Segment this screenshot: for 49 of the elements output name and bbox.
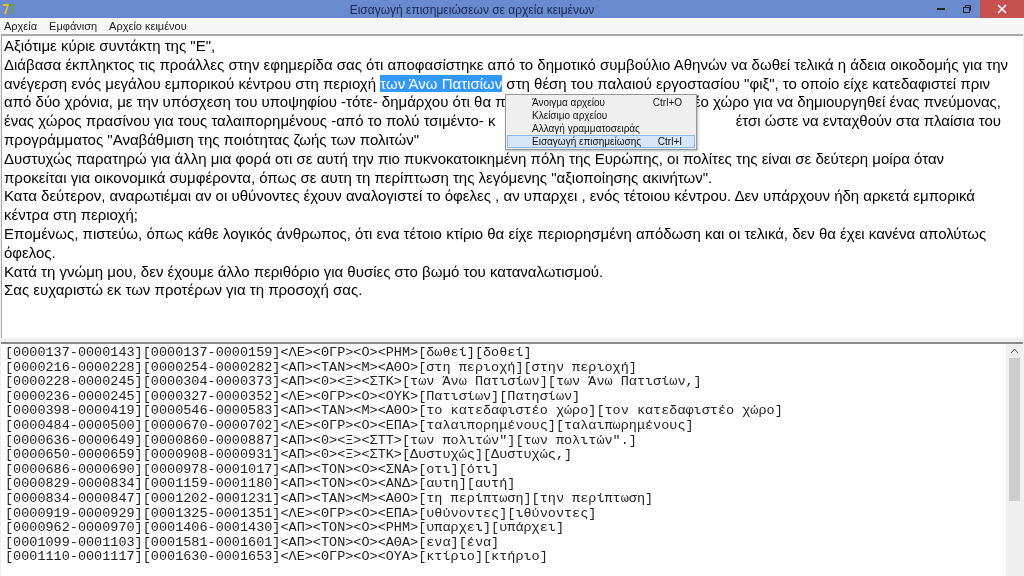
text-run: Επομένως, πιστεύω, όπως κάθε λογικός άνθρωπος, ότι ενα τέτοιο κτίριο θα είχε περιορησμένη απόδωση και οι τελικά, δεν θα έχει κανένα απολύτως xyxy=(4,224,987,242)
annotation-row[interactable]: [0000962-0000970][0001406-0001430]<ΑΠ><ΤΟΝ><Ο><ΡΗΜ>[υπαρχει][υπάρχει] xyxy=(5,521,1006,536)
annotation-row[interactable]: [0000636-0000649][0000860-0000887]<ΑΠ><0><Ξ><ΣΤΤ>[των πολιτών"][των πολιτών".] xyxy=(5,433,1006,449)
close-button[interactable] xyxy=(980,0,1024,18)
annotation-row[interactable]: [0000216-0000228][0000254-0000282]<ΑΠ><ΤΑΝ><Μ><ΑΘΟ>[στη περιοχή][στην περιοχή] xyxy=(5,360,1006,376)
text-run: προγράμματος "Αναβάθμιση της ποιότητας ζωής των πολιτών" xyxy=(4,131,420,148)
text-run: όφελος. xyxy=(4,243,56,261)
context-menu-item[interactable]: Κλείσιμο αρχείου xyxy=(507,108,695,122)
selected-text: των Άνω Πατισίων xyxy=(380,74,503,92)
text-run: Κατά τη γνώμη μου, δεν έχουμε άλλο περιθόριο για θυσίες στο βωμό του καταναλωτισμού. xyxy=(4,262,604,280)
menu-item[interactable]: Αρχεία xyxy=(4,17,38,35)
text-run: κέντρα στη περιοχή; xyxy=(4,206,138,224)
annotation-row[interactable]: [0000834-0000847][0001202-0001231]<ΑΠ><ΤΑΝ><Μ><ΑΘΟ>[τη περίπτωση][την περίπτωση] xyxy=(5,491,1006,507)
text-editor[interactable] xyxy=(1,34,1023,338)
text-run: προκείται για οικονομικά συμφέροντα, όπως σε αυτη τη περίπτωση της λεγόμενης "αξιοποίησης ακινήτων". xyxy=(4,168,713,186)
scrollbar[interactable] xyxy=(1006,344,1023,576)
annotation-row[interactable]: [0000829-0000834][0001159-0001180]<ΑΠ><ΤΟΝ><Ο><ΑΝΔ>[αυτη][αυτή] xyxy=(5,477,1006,492)
menu-item[interactable]: Εμφάνιση xyxy=(49,17,98,35)
annotation-row[interactable]: [0000398-0000419][0000546-0000583]<ΑΠ><ΤΑΝ><Μ><ΑΘΟ>[το κατεδαφιστέο χώρο][τον κατεδαφιστέο χώρο] xyxy=(5,404,1006,419)
text-run: στη θέση του παλαιού εργοστασίου "φιξ", το οποίο είχε κατεδαφιστεί πριν xyxy=(505,74,991,92)
annotation-row[interactable]: [0001110-0001117][0001630-0001653]<ΛΕ><ΘΓΡ><Ο><ΟΥΑ>[κτίριο][κτήριο] xyxy=(5,550,1006,565)
scroll-thumb[interactable] xyxy=(1009,358,1020,501)
minimize-icon xyxy=(937,8,945,10)
window-title: Εισαγωγή επισημειώσεων σε αρχεία κειμένων xyxy=(349,3,595,17)
text-run: ανέγερση ενός μεγάλου εμπορικού κέντρου στη περιοχή xyxy=(4,74,378,92)
text-run: έτσι ώστε να ενταχθούν στα πλαίσια του xyxy=(735,112,1001,130)
close-icon xyxy=(997,4,1007,14)
text-run: Σας ευχαριστώ εκ των προτέρων για τη προσοχή σας. xyxy=(4,281,363,299)
annotation-row[interactable]: [0000137-0000143][0000137-0000159]<ΛΕ><ΘΓΡ><Ο><ΡΗΜ>[δωθεί][δοθεί] xyxy=(5,346,1006,361)
annotation-row[interactable]: [0000650-0000659][0000908-0000931]<ΑΠ><0><Ξ><ΣΤΚ>[Δυστυχώς][Δυστυχώς,] xyxy=(5,448,1006,463)
text-run: Διάβασα έκπληκτος τις προάλλες στην εφημερίδα σας ότι αποφασίστηκε από το δημοτικό συμβούλιο Αθηνών να δωθεί τελικά η άδεια οικοδομής για την xyxy=(4,55,1009,73)
text-run: από δύο χρόνια, με την υπόσχεση του υποψηφίου -τότε- δημάρχου ότι θα π xyxy=(4,93,506,111)
restore-icon xyxy=(962,4,972,14)
annotation-row[interactable]: [0000686-0000690][0000978-0001017]<ΑΠ><ΤΟΝ><Ο><ΣΝΑ>[οτι][ότι] xyxy=(5,462,1006,478)
context-menu-item[interactable]: Αλλαγή γραμματοσειράς xyxy=(507,121,695,135)
annotation-row[interactable]: [0000919-0000929][0001325-0001351]<ΛΕ><ΘΓΡ><Ο><ΕΠΑ>[υθύνοντες][ιθύνοντες] xyxy=(5,506,1006,522)
app-logo-icon xyxy=(2,2,16,16)
menu-item[interactable]: Αρχείο κειμένου xyxy=(109,17,187,35)
context-menu-item[interactable]: Εισαγωγή επισημείωσης Ctrl+I xyxy=(507,134,695,148)
text-run: Αξιότιμε κύριε συντάκτη της "Ε", xyxy=(4,37,216,54)
annotation-row[interactable]: [0000484-0000500][0000670-0000702]<ΛΕ><ΘΓΡ><Ο><ΕΠΑ>[ταλαιπορημένους][ταλαιπωρημένους] xyxy=(5,418,1006,434)
annotation-row[interactable]: [0000228-0000245][0000304-0000373]<ΑΠ><0><Ξ><ΣΤΚ>[των Άνω Πατισίων][των Άνω Πατισίων,] xyxy=(5,375,1006,390)
text-run: Δυστυχώς παρατηρώ για άλλη μια φορά οτι σε αυτή την πιο πυκνοκατοικημένη πόλη της Ευρώπης, οι πολίτες της είναι σε δεύτερη μοίρα όταν xyxy=(4,149,945,167)
annotation-row[interactable]: [0000236-0000245][0000327-0000352]<ΛΕ><ΘΓΡ><Ο><ΟΥΚ>[Πατισίων][Πατησίων] xyxy=(5,389,1006,405)
text-run: ένας χώρος πρασίνου για τους ταλαιπορημένους -από το πολύ τσιμέντο- κ xyxy=(4,112,496,130)
annotation-row[interactable]: [0001099-0001103][0001581-0001601]<ΑΠ><ΤΟΝ><Ο><ΑΘΑ>[ενα][ένα] xyxy=(5,535,1006,551)
annotation-list[interactable] xyxy=(1,342,1023,576)
text-run: Κατα δεύτερον, αναρωτιέμαι αν οι υθύνοντες έχουν αναλογιστεί το όφελες , αν υπαρχει , ενός τέτοιου κέντρου. Δεν υπάρχουν ήδη αρκετά εμπορικά xyxy=(4,187,975,205)
context-menu-item[interactable]: Άνοιγμα αρχείου Ctrl+O xyxy=(507,95,695,109)
